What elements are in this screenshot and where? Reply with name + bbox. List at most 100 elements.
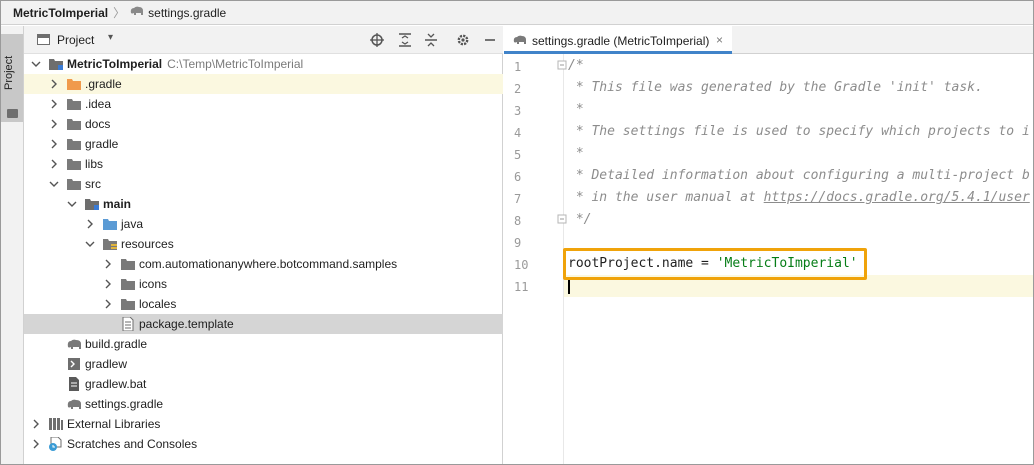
tree-row-settings-gradle[interactable]: settings.gradle bbox=[24, 394, 503, 414]
breadcrumb-file[interactable]: settings.gradle bbox=[148, 6, 226, 20]
tree-row-gradle[interactable]: gradle bbox=[24, 134, 503, 154]
breadcrumb-separator: 〉 bbox=[113, 6, 126, 20]
tree-label: libs bbox=[85, 157, 104, 171]
locate-target-icon[interactable] bbox=[368, 31, 386, 49]
tree-row-idea[interactable]: .idea bbox=[24, 94, 503, 114]
chevron-down-icon[interactable] bbox=[49, 179, 59, 189]
expand-all-icon[interactable] bbox=[396, 31, 414, 49]
collapse-all-icon[interactable] bbox=[422, 31, 440, 49]
source-folder-icon bbox=[102, 217, 118, 231]
chevron-right-icon[interactable] bbox=[103, 279, 113, 289]
batch-file-icon bbox=[66, 377, 82, 391]
code-line-7: * in the user manual at https://docs.gra… bbox=[568, 190, 1030, 205]
chevron-right-icon[interactable] bbox=[31, 419, 41, 429]
line-number: 9 bbox=[514, 236, 522, 250]
tree-label: gradlew bbox=[85, 357, 128, 371]
folder-icon bbox=[66, 157, 82, 171]
tree-row-gradlew-bat[interactable]: gradlew.bat bbox=[24, 374, 503, 394]
line-number: 10 bbox=[514, 258, 529, 272]
docs-link[interactable]: https://docs.gradle.org/5.4.1/user bbox=[764, 190, 1030, 205]
gradle-elephant-icon bbox=[129, 5, 145, 20]
editor-tab-label: settings.gradle (MetricToImperial) bbox=[532, 34, 710, 48]
line-number: 2 bbox=[514, 82, 522, 96]
line-number: 6 bbox=[514, 170, 522, 184]
folder-icon bbox=[66, 117, 82, 131]
chevron-right-icon[interactable] bbox=[49, 159, 59, 169]
project-tool-window-button[interactable]: Project bbox=[1, 34, 23, 122]
tree-row-scratches[interactable]: Scratches and Consoles bbox=[24, 434, 503, 454]
tree-label: settings.gradle bbox=[85, 397, 164, 411]
tree-row-java[interactable]: java bbox=[24, 214, 503, 234]
tree-row-main[interactable]: main bbox=[24, 194, 503, 214]
tree-row-root[interactable]: MetricToImperial C:\Temp\MetricToImperial bbox=[24, 54, 503, 74]
folder-icon bbox=[66, 137, 82, 151]
folder-icon bbox=[66, 177, 82, 191]
gear-icon[interactable] bbox=[454, 31, 472, 49]
chevron-right-icon[interactable] bbox=[85, 219, 95, 229]
folder-icon bbox=[120, 277, 136, 291]
project-view-title[interactable]: Project bbox=[57, 33, 94, 47]
module-folder-icon bbox=[84, 197, 100, 211]
tree-row-icons[interactable]: icons bbox=[24, 274, 503, 294]
excluded-folder-icon bbox=[66, 77, 82, 91]
shell-script-icon bbox=[66, 357, 82, 371]
tree-row-docs[interactable]: docs bbox=[24, 114, 503, 134]
chevron-down-icon[interactable]: ▾ bbox=[108, 32, 113, 43]
tree-row-external-libraries[interactable]: External Libraries bbox=[24, 414, 503, 434]
editor-panel: settings.gradle (MetricToImperial) × 1 2… bbox=[504, 26, 1033, 464]
tree-row-build-gradle[interactable]: build.gradle bbox=[24, 334, 503, 354]
chevron-right-icon[interactable] bbox=[49, 99, 59, 109]
tree-label: .gradle bbox=[85, 77, 122, 91]
chevron-right-icon[interactable] bbox=[49, 139, 59, 149]
chevron-right-icon[interactable] bbox=[103, 299, 113, 309]
tree-row-gradlew[interactable]: gradlew bbox=[24, 354, 503, 374]
chevron-right-icon[interactable] bbox=[103, 259, 113, 269]
line-number: 11 bbox=[514, 280, 529, 294]
line-number: 8 bbox=[514, 214, 522, 228]
tree-label: External Libraries bbox=[67, 417, 161, 431]
code-line-6: * Detailed information about configuring… bbox=[568, 168, 1030, 183]
tree-label: .idea bbox=[85, 97, 112, 111]
chevron-down-icon[interactable] bbox=[67, 199, 77, 209]
chevron-right-icon[interactable] bbox=[49, 119, 59, 129]
tree-label: gradle bbox=[85, 137, 119, 151]
tree-label-root: MetricToImperial C:\Temp\MetricToImperial bbox=[67, 57, 304, 71]
chevron-right-icon[interactable] bbox=[31, 439, 41, 449]
project-panel-header: Project ▾ bbox=[24, 26, 503, 54]
text-file-icon bbox=[120, 317, 136, 331]
tree-row-src[interactable]: src bbox=[24, 174, 503, 194]
code-line-3: * bbox=[568, 102, 584, 117]
editor-tab-settings-gradle[interactable]: settings.gradle (MetricToImperial) × bbox=[504, 26, 732, 54]
tree-label: package.template bbox=[139, 317, 234, 331]
project-view-icon bbox=[37, 34, 50, 45]
tree-root-path: C:\Temp\MetricToImperial bbox=[167, 57, 304, 71]
line-number: 3 bbox=[514, 104, 522, 118]
tree-label: java bbox=[121, 217, 144, 231]
tree-row-gradle-cache[interactable]: .gradle bbox=[24, 74, 503, 94]
scratches-icon bbox=[48, 437, 64, 451]
tree-row-locales[interactable]: locales bbox=[24, 294, 503, 314]
tree-label: icons bbox=[139, 277, 168, 291]
minimize-icon[interactable] bbox=[481, 31, 499, 49]
gradle-elephant-icon bbox=[512, 34, 528, 49]
close-icon[interactable]: × bbox=[716, 33, 723, 47]
tree-label: com.automationanywhere.botcommand.sample… bbox=[139, 257, 398, 271]
tree-row-package[interactable]: com.automationanywhere.botcommand.sample… bbox=[24, 254, 503, 274]
folder-icon bbox=[120, 297, 136, 311]
tree-label: Scratches and Consoles bbox=[67, 437, 198, 451]
folder-icon bbox=[120, 257, 136, 271]
chevron-down-icon[interactable] bbox=[85, 239, 95, 249]
tree-row-resources[interactable]: resources bbox=[24, 234, 503, 254]
navigation-bar: MetricToImperial 〉 settings.gradle bbox=[1, 1, 1033, 25]
tree-label: docs bbox=[85, 117, 111, 131]
chevron-right-icon[interactable] bbox=[49, 79, 59, 89]
line-number: 4 bbox=[514, 126, 522, 140]
chevron-down-icon[interactable] bbox=[31, 59, 41, 69]
breadcrumb-project[interactable]: MetricToImperial bbox=[13, 6, 108, 20]
tree-row-package-template[interactable]: package.template bbox=[24, 314, 503, 334]
code-line-1: /* bbox=[568, 58, 584, 73]
tree-row-libs[interactable]: libs bbox=[24, 154, 503, 174]
tree-label: gradlew.bat bbox=[85, 377, 147, 391]
tree-label: build.gradle bbox=[85, 337, 148, 351]
line-number: 1 bbox=[514, 60, 522, 74]
